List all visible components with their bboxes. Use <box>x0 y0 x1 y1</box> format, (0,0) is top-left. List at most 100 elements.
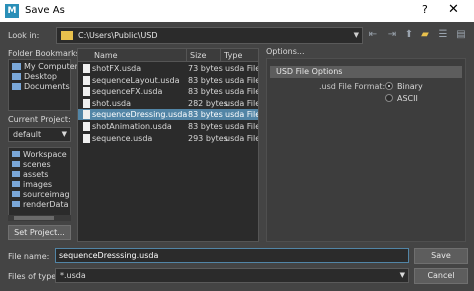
options-label: Options... <box>266 47 305 56</box>
column-divider[interactable] <box>220 49 221 62</box>
file-type-combo[interactable]: *.usda ▼ <box>55 268 409 283</box>
file-type-cell: usda File <box>225 64 259 73</box>
file-type-cell: usda File <box>225 87 259 97</box>
file-name-cell: sequenceFX.usda <box>92 87 163 97</box>
file-size-cell: 83 bytes <box>188 75 223 85</box>
file-name-cell: sequence.usda <box>92 133 153 143</box>
folder-icon <box>12 161 20 167</box>
cancel-button[interactable]: Cancel <box>414 268 468 284</box>
file-type-cell: usda File <box>225 98 259 108</box>
folder-bookmarks-list: My Computer Desktop Documents <box>8 59 78 111</box>
list-view-icon[interactable]: ☰ <box>437 29 449 41</box>
project-tree: Workspace F scenes assets images sourcei… <box>8 147 71 216</box>
help-button[interactable]: ? <box>422 3 428 16</box>
file-name-cell: shotFX.usda <box>92 64 142 73</box>
tree-horizontal-scrollbar[interactable] <box>8 215 71 221</box>
look-in-path: C:\Users\Public\USD <box>78 31 158 40</box>
file-name-cell: shot.usda <box>92 98 132 108</box>
column-header-size[interactable]: Size <box>190 51 206 60</box>
maya-app-icon: M <box>5 4 19 18</box>
file-size-cell: 83 bytes <box>188 110 223 120</box>
file-name-input[interactable]: sequenceDresssing.usda <box>55 248 409 263</box>
file-size-cell: 83 bytes <box>188 87 223 97</box>
binary-radio[interactable] <box>385 82 393 90</box>
current-project-label: Current Project: <box>8 115 71 124</box>
file-name-label: File name: <box>8 252 50 261</box>
usd-file-format-label: .usd File Format: <box>319 82 386 91</box>
file-row[interactable]: shot.usda 282 bytes usda File <box>78 98 258 109</box>
file-icon <box>83 110 90 120</box>
folder-icon <box>12 201 20 207</box>
window-title: Save As <box>25 5 65 16</box>
file-icon <box>83 64 90 73</box>
file-icon <box>83 133 90 143</box>
forward-arrow-icon[interactable]: ⇥ <box>386 29 398 41</box>
set-project-button[interactable]: Set Project... <box>8 225 71 240</box>
file-list-header: Name Size Type <box>78 49 258 62</box>
file-row[interactable]: sequenceLayout.usda 83 bytes usda File <box>78 75 258 86</box>
file-type-cell: usda File <box>225 75 259 85</box>
folder-icon <box>61 31 73 40</box>
file-list: Name Size Type shotFX.usda 73 bytes usda F… <box>77 48 259 242</box>
current-project-combo[interactable]: default ▼ <box>8 127 71 142</box>
back-arrow-icon[interactable]: ⇤ <box>367 29 379 41</box>
file-name-cell: sequenceLayout.usda <box>92 75 180 85</box>
file-icon <box>83 98 90 108</box>
documents-icon <box>12 83 21 90</box>
column-header-name[interactable]: Name <box>94 51 118 60</box>
file-size-cell: 83 bytes <box>188 122 223 131</box>
look-in-label: Look in: <box>8 31 40 40</box>
file-row[interactable]: shotAnimation.usda 83 bytes usda File <box>78 121 258 132</box>
file-row[interactable]: sequence.usda 293 bytes usda File <box>78 133 258 144</box>
file-icon <box>83 122 90 131</box>
scrollbar-thumb[interactable] <box>14 216 54 220</box>
ascii-radio[interactable] <box>385 94 393 102</box>
tree-item-renderdata[interactable]: renderData <box>12 200 69 210</box>
chevron-down-icon[interactable]: ▼ <box>400 271 405 279</box>
up-folder-icon[interactable]: ⬆ <box>403 29 415 41</box>
ascii-radio-label: ASCII <box>397 94 418 103</box>
save-button[interactable]: Save <box>414 248 468 264</box>
tree-item-sourceimages[interactable]: sourceimage <box>12 190 70 200</box>
detail-view-icon[interactable]: ▤ <box>455 29 467 41</box>
binary-radio-label: Binary <box>397 82 423 91</box>
bookmark-documents[interactable]: Documents <box>12 82 70 92</box>
file-name-cell: shotAnimation.usda <box>92 122 172 131</box>
file-type-label: Files of type: <box>8 272 59 281</box>
file-type-cell: usda File <box>225 122 259 131</box>
chevron-down-icon[interactable]: ▼ <box>62 130 67 138</box>
folder-icon <box>12 151 20 157</box>
tree-item-workspace[interactable]: Workspace F <box>12 150 70 160</box>
bookmark-desktop[interactable]: Desktop <box>12 72 57 82</box>
file-type-cell: usda File <box>225 133 259 143</box>
column-header-type[interactable]: Type <box>224 51 242 60</box>
folder-icon <box>12 191 20 197</box>
close-button[interactable]: ✕ <box>448 2 459 17</box>
column-divider[interactable] <box>186 49 187 62</box>
file-size-cell: 282 bytes <box>188 98 228 108</box>
title-bar: M Save As ? ✕ <box>0 0 474 22</box>
usd-file-options-header[interactable]: USD File Options <box>270 66 462 78</box>
folder-bookmarks-label: Folder Bookmarks: <box>8 49 83 58</box>
desktop-icon <box>12 73 21 80</box>
file-icon <box>83 75 90 85</box>
file-name-cell: sequenceDressing.usda <box>92 110 188 120</box>
file-icon <box>83 87 90 97</box>
file-type-value: *.usda <box>60 271 86 280</box>
file-size-cell: 73 bytes <box>188 64 223 73</box>
file-size-cell: 293 bytes <box>188 133 228 143</box>
file-type-cell: usda File <box>225 110 259 120</box>
new-folder-icon[interactable]: ▰ <box>419 29 431 41</box>
file-row[interactable]: shotFX.usda 73 bytes usda File <box>78 63 258 74</box>
tree-item-images[interactable]: images <box>12 180 52 190</box>
folder-icon <box>12 181 20 187</box>
computer-icon <box>12 63 21 70</box>
chevron-down-icon[interactable]: ▼ <box>354 31 359 39</box>
file-row[interactable]: sequenceDressing.usda 83 bytes usda File <box>78 109 259 121</box>
tree-item-assets[interactable]: assets <box>12 170 48 180</box>
folder-icon <box>12 171 20 177</box>
bookmark-my-computer[interactable]: My Computer <box>12 62 78 72</box>
tree-item-scenes[interactable]: scenes <box>12 160 51 170</box>
file-row[interactable]: sequenceFX.usda 83 bytes usda File <box>78 86 258 97</box>
look-in-combo[interactable]: C:\Users\Public\USD ▼ <box>56 27 363 44</box>
